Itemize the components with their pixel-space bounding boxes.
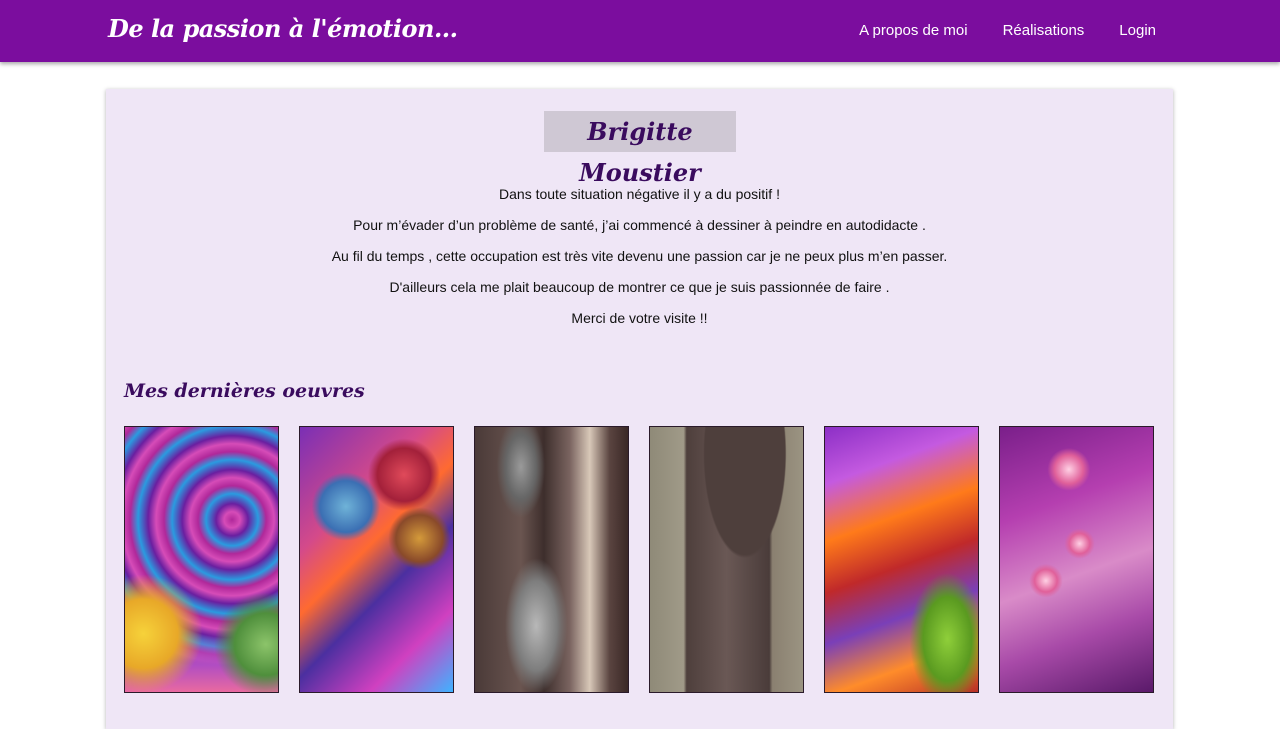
artwork-thumbnail-old-door[interactable] <box>649 426 804 693</box>
intro-line: Au fil du temps , cette occupation est t… <box>331 248 948 264</box>
navbar: De la passion à l'émotion... A propos de… <box>0 0 1280 62</box>
section-title-latest-works: Mes dernières oeuvres <box>124 380 365 402</box>
artwork-gallery <box>124 426 1154 693</box>
intro-line: Pour m’évader d’un problème de santé, j’… <box>353 217 926 233</box>
artwork-thumbnail-pink-flowers[interactable] <box>999 426 1154 693</box>
intro-line: Merci de votre visite !! <box>571 310 708 326</box>
nav-link-about[interactable]: A propos de moi <box>859 22 967 39</box>
artwork-thumbnail-chain-padlock[interactable] <box>474 426 629 693</box>
intro-line: D'ailleurs cela me plait beaucoup de mon… <box>389 279 890 295</box>
artwork-thumbnail-purple-swirl[interactable] <box>124 426 279 693</box>
main-card: Brigitte Moustier Dans toute situation n… <box>106 89 1173 729</box>
brand-logo[interactable]: De la passion à l'émotion... <box>108 14 458 43</box>
nav-link-login[interactable]: Login <box>1119 22 1156 39</box>
nav-links: A propos de moi Réalisations Login <box>824 22 1156 39</box>
intro-line: Dans toute situation négative il y a du … <box>499 186 780 202</box>
intro-text: Dans toute situation négative il y a du … <box>106 185 1173 340</box>
artwork-thumbnail-abstract-flowers[interactable] <box>299 426 454 693</box>
artwork-thumbnail-abstract-orange[interactable] <box>824 426 979 693</box>
page-title: Brigitte Moustier <box>544 111 736 187</box>
nav-link-realisations[interactable]: Réalisations <box>1003 22 1085 39</box>
